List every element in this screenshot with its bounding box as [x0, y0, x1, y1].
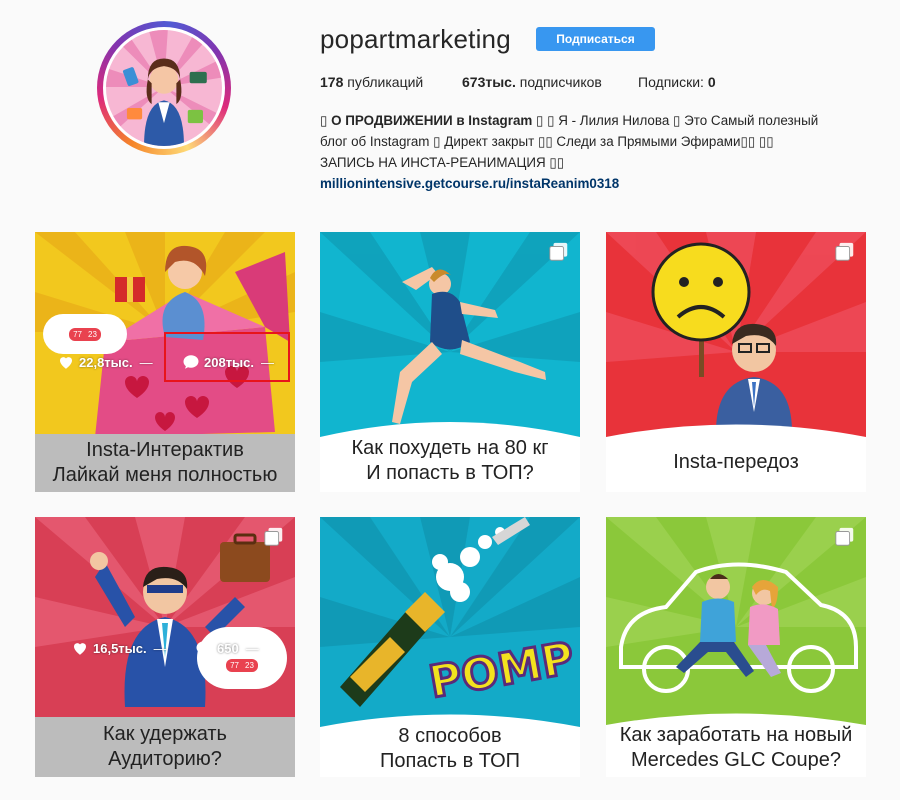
comments-stat: 650— — [195, 639, 259, 657]
bubble-followers: 23 — [245, 660, 254, 670]
bio-line-2: блог об Instagram ▯ Директ закрыт ▯▯ Сле… — [320, 134, 774, 149]
avatar[interactable] — [103, 27, 225, 149]
bio-line-1-bold: ▯ О ПРОДВИЖЕНИИ в Instagram — [320, 113, 533, 128]
bubble-likes: 77 — [230, 660, 239, 670]
comments-count: 650 — [217, 640, 239, 656]
bubble-followers: 23 — [88, 329, 97, 339]
notification-bubble: 77 23 — [43, 314, 127, 354]
carousel-icon — [264, 527, 283, 546]
profile-username: popartmarketing — [320, 24, 511, 54]
following-stat[interactable]: Подписки: 0 — [638, 74, 716, 90]
caption-line-2: Аудиторию? — [108, 748, 222, 770]
post-caption: Как похудеть на 80 кг И попасть в ТОП? — [320, 430, 580, 492]
following-count[interactable]: 0 — [708, 74, 716, 90]
followers-label[interactable]: подписчиков — [520, 74, 602, 90]
post-tile[interactable]: Как похудеть на 80 кг И попасть в ТОП? — [320, 232, 580, 492]
post-caption: Как удержать Аудиторию? — [35, 717, 295, 777]
post-tile[interactable]: Insta-передоз — [606, 232, 866, 492]
caption-line-2: Лайкай меня полностью — [52, 464, 278, 486]
caption-line-1: Как похудеть на 80 кг — [351, 437, 549, 459]
post-caption: 8 способов Попасть в ТОП — [320, 721, 580, 777]
follow-button[interactable]: Подписаться — [536, 27, 655, 51]
likes-stat: 22,8тыс. — — [57, 353, 153, 371]
carousel-icon — [835, 527, 854, 546]
caption-line-2: Mercedes GLC Coupe? — [630, 749, 842, 771]
bio-line-3: ЗАПИСЬ НА ИНСТА-РЕАНИМАЦИЯ ▯▯ — [320, 155, 565, 170]
post-tile[interactable]: Как удержать Аудиторию? 77 23 16,5тыс. — 65… — [35, 517, 295, 777]
followers-count[interactable]: 673тыс. — [462, 74, 516, 90]
bio-line-1: ▯ О ПРОДВИЖЕНИИ в Instagram ▯ ▯ Я - Лили… — [320, 110, 860, 131]
profile-bio: ▯ О ПРОДВИЖЕНИИ в Instagram ▯ ▯ Я - Лили… — [320, 110, 860, 194]
heart-icon — [74, 643, 86, 655]
notification-bubble: 77 23 — [197, 627, 287, 689]
heart-icon — [60, 357, 72, 369]
bio-link[interactable]: millionintensive.getcourse.ru/instaReani… — [320, 173, 860, 194]
caption-line-2: И попасть в ТОП? — [366, 462, 534, 484]
carousel-icon — [835, 242, 854, 261]
caption-line-1: 8 способов — [398, 725, 502, 747]
profile-stats: 178 публикаций 673тыс. подписчиков Подпи… — [320, 74, 716, 90]
caption-line-1: Как заработать на новый — [619, 724, 853, 746]
profile-avatar-ring[interactable] — [97, 21, 231, 155]
following-label[interactable]: Подписки: — [638, 74, 704, 90]
posts-label: публикаций — [347, 74, 424, 90]
posts-count-stat: 178 публикаций — [320, 74, 462, 90]
bio-line-1-rest: ▯ ▯ Я - Лилия Нилова ▯ Это Самый полезны… — [532, 113, 819, 128]
comment-icon — [196, 641, 212, 655]
carousel-icon — [549, 242, 568, 261]
post-tile[interactable]: POMP 8 способов Попасть в ТОП — [320, 517, 580, 777]
caption-line-1: Как удержать — [103, 723, 227, 745]
avatar-illustration — [106, 30, 222, 146]
post-caption: Insta-Интерактив Лайкай меня полностью — [35, 434, 295, 492]
caption-line-2: Попасть в ТОП — [379, 750, 521, 772]
followers-stat[interactable]: 673тыс. подписчиков — [462, 74, 638, 90]
bubble-likes: 77 — [73, 329, 82, 339]
post-tile[interactable]: Как заработать на новый Mercedes GLC Coup… — [606, 517, 866, 777]
caption-line-1: Insta-Интерактив — [86, 439, 244, 461]
post-caption: Как заработать на новый Mercedes GLC Coup… — [606, 719, 866, 777]
highlight-box — [164, 332, 290, 382]
caption-line-1: Insta-передоз — [673, 450, 799, 473]
likes-count: 22,8тыс. — [79, 354, 133, 370]
post-caption: Insta-передоз — [606, 432, 866, 492]
likes-count: 16,5тыс. — [93, 640, 147, 656]
posts-count: 178 — [320, 74, 344, 90]
likes-stat: 16,5тыс. — — [71, 639, 167, 657]
